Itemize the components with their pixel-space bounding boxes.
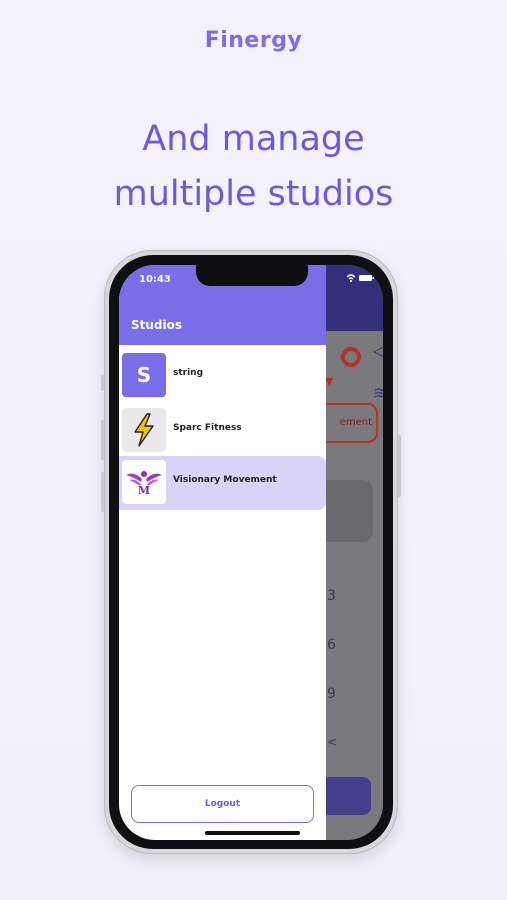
studio-initial: S (136, 363, 152, 387)
studio-name: string (173, 368, 204, 378)
background-card (319, 480, 373, 542)
phone-volume-down-button (101, 472, 104, 512)
studio-name: Sparc Fitness (173, 423, 242, 433)
back-chevron-icon: ◁ (373, 341, 383, 360)
drawer-title: Studios (131, 318, 183, 332)
visionary-movement-logo-icon: M (122, 460, 166, 504)
brand-logo: Finergy (0, 28, 507, 53)
headline: And manage multiple studios (0, 112, 507, 222)
phone-volume-up-button (101, 420, 104, 460)
phone-power-button (398, 435, 401, 497)
logout-button[interactable]: Logout (131, 785, 314, 823)
studio-avatar-initial: S (122, 353, 166, 397)
studio-item-visionary-movement[interactable]: M Visionary Movement (119, 456, 326, 510)
background-pill-label: ement (339, 417, 372, 428)
keypad-digit: 6 (327, 637, 336, 653)
phone-notch (196, 265, 308, 286)
keypad-digit: 9 (327, 686, 336, 702)
decorative-squiggle-icon: ≋ (373, 383, 383, 404)
home-indicator (205, 831, 300, 835)
headline-line-1: And manage (142, 119, 365, 159)
headline-line-2: multiple studios (113, 174, 394, 214)
studio-item-string[interactable]: S string (119, 349, 326, 403)
studio-item-sparc-fitness[interactable]: Sparc Fitness (119, 404, 326, 458)
phone-silent-switch (101, 375, 104, 391)
phone-mockup: ◁ ▼ ≋ ement 3 6 9 < 10:43 Studios S stri… (101, 250, 401, 854)
wifi-battery-icon (345, 273, 375, 286)
keypad-digit: 3 (327, 588, 336, 604)
brand-logo-text: Finergy (204, 28, 303, 53)
keypad-backspace: < (327, 735, 338, 749)
svg-text:M: M (138, 484, 150, 497)
record-ring-icon (341, 347, 361, 367)
studio-name: Visionary Movement (173, 475, 277, 485)
lightning-bolt-icon (122, 408, 166, 452)
status-bar-time: 10:43 (139, 274, 171, 285)
phone-screen: ◁ ▼ ≋ ement 3 6 9 < 10:43 Studios S stri… (119, 265, 383, 840)
dropdown-caret-icon: ▼ (325, 375, 334, 388)
studios-drawer: 10:43 Studios S string Sparc Fitness M V… (119, 265, 326, 840)
